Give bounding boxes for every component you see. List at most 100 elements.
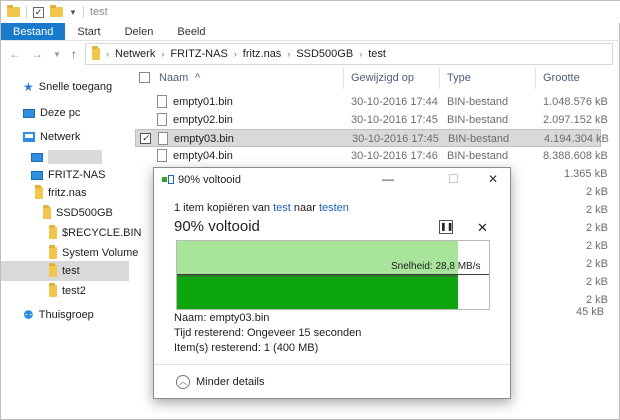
sidebar-item-test2[interactable]: test2 xyxy=(49,281,86,301)
column-header-name[interactable]: Naam xyxy=(159,72,188,84)
copy-icon xyxy=(162,175,174,185)
speed-line xyxy=(177,274,489,275)
breadcrumb-ssd500gb[interactable]: SSD500GB xyxy=(296,48,353,60)
column-divider[interactable] xyxy=(343,67,344,89)
column-divider[interactable] xyxy=(439,67,440,89)
speed-label: Snelheid: 28,8 MB/s xyxy=(391,261,481,272)
sidebar-item-label: FRITZ-NAS xyxy=(48,169,106,181)
customize-quick-access-icon[interactable]: ▼ xyxy=(69,8,77,17)
file-modified: 30-10-2016 17:45 xyxy=(352,133,439,145)
file-size: 8.388.608 kB xyxy=(543,150,608,162)
source-link[interactable]: test xyxy=(273,202,291,214)
up-arrow-icon[interactable]: ↑ xyxy=(71,47,77,61)
sidebar-item-homegroup[interactable]: ⚉ Thuisgroep xyxy=(23,305,94,325)
chevron-right-icon[interactable]: › xyxy=(287,49,290,59)
homegroup-icon: ⚉ xyxy=(23,308,34,322)
folder-icon xyxy=(49,283,57,297)
sidebar-item-label: Snelle toegang xyxy=(38,81,113,93)
table-row-selected[interactable]: ✓ empty03.bin 30-10-2016 17:45 BIN-besta… xyxy=(135,129,609,147)
explorer-window: ✓ ▼ test Bestand Start Delen Beeld ← → ▼… xyxy=(0,0,620,420)
tab-delen[interactable]: Delen xyxy=(113,23,166,40)
column-headers: ^ Naam Gewijzigd op Type Grootte xyxy=(135,67,605,89)
file-icon xyxy=(157,149,167,162)
column-divider[interactable] xyxy=(535,67,536,89)
table-row[interactable]: empty02.bin 30-10-2016 17:45 BIN-bestand… xyxy=(135,111,608,129)
table-row[interactable]: empty04.bin 30-10-2016 17:46 BIN-bestand… xyxy=(135,147,608,165)
file-size: 2 kB xyxy=(586,186,609,198)
select-all-checkbox[interactable] xyxy=(139,72,150,83)
items-remaining-line: Item(s) resterend: 1 (400 MB) xyxy=(174,342,319,354)
chevron-right-icon[interactable]: › xyxy=(161,49,164,59)
sidebar-item-label: SSD500GB xyxy=(56,207,113,219)
sidebar-item-this-pc[interactable]: Deze pc xyxy=(23,103,80,123)
file-name: empty02.bin xyxy=(173,114,233,126)
file-type: BIN-bestand xyxy=(447,114,509,126)
chevron-up-icon: ︿ xyxy=(176,375,190,389)
sidebar-item-label: test2 xyxy=(62,285,86,297)
title-bar: ✓ ▼ test xyxy=(1,1,620,23)
time-remaining-line: Tijd resterend: Ongeveer 15 seconden xyxy=(174,327,362,339)
breadcrumb-test[interactable]: test xyxy=(368,48,386,60)
sidebar-item-fritz-nas[interactable]: FRITZ-NAS xyxy=(31,165,105,185)
file-modified: 30-10-2016 17:44 xyxy=(351,96,438,108)
window-title: test xyxy=(89,6,108,18)
sort-ascending-icon: ^ xyxy=(195,72,201,84)
properties-icon[interactable]: ✓ xyxy=(33,6,44,18)
chevron-right-icon[interactable]: › xyxy=(106,49,109,59)
dialog-title-bar[interactable]: 90% voltooid — ☐ ✕ xyxy=(154,168,510,192)
breadcrumb-fritz-nas-host[interactable]: fritz.nas xyxy=(243,48,282,60)
new-folder-icon[interactable] xyxy=(50,5,63,17)
column-header-size[interactable]: Grootte xyxy=(543,72,580,84)
tab-beeld[interactable]: Beeld xyxy=(165,23,217,40)
file-size: 2 kB xyxy=(586,258,609,270)
file-size: 2 kB xyxy=(586,276,609,288)
file-type: BIN-bestand xyxy=(447,96,509,108)
minimize-button[interactable]: — xyxy=(382,172,394,186)
sidebar-item-fritz-nas-host[interactable]: fritz.nas xyxy=(35,183,87,203)
less-details-label: Minder details xyxy=(196,376,265,388)
sidebar-item-label: fritz.nas xyxy=(48,187,87,199)
table-row[interactable]: empty01.bin 30-10-2016 17:44 BIN-bestand… xyxy=(135,93,608,111)
cancel-button[interactable]: ✕ xyxy=(477,220,488,236)
breadcrumb-fritz-nas[interactable]: FRITZ-NAS xyxy=(170,48,227,60)
sidebar-item-label: Deze pc xyxy=(40,107,81,119)
close-button[interactable]: ✕ xyxy=(488,172,498,186)
maximize-button[interactable]: ☐ xyxy=(448,172,459,186)
sidebar-item-ssd500gb[interactable]: SSD500GB xyxy=(43,203,113,223)
chevron-right-icon[interactable]: › xyxy=(359,49,362,59)
sidebar-item-test[interactable]: test xyxy=(1,261,129,281)
row-checkbox-checked[interactable]: ✓ xyxy=(140,133,151,144)
sidebar-item-quick-access[interactable]: ★ Snelle toegang xyxy=(23,77,112,97)
tab-bestand[interactable]: Bestand xyxy=(1,23,66,40)
sidebar-item-network[interactable]: Netwerk xyxy=(23,127,80,147)
tab-start[interactable]: Start xyxy=(65,23,112,40)
sidebar-item-system-volume[interactable]: System Volume xyxy=(49,243,138,263)
redacted-name xyxy=(48,150,102,164)
file-modified: 30-10-2016 17:46 xyxy=(351,150,438,162)
computer-icon xyxy=(31,170,43,180)
chevron-right-icon[interactable]: › xyxy=(234,49,237,59)
less-details-button[interactable]: ︿ Minder details xyxy=(176,375,264,389)
folder-icon xyxy=(49,225,57,239)
breadcrumb[interactable]: › Netwerk › FRITZ-NAS › fritz.nas › SSD5… xyxy=(85,43,613,65)
sidebar-item-label: Thuisgroep xyxy=(38,309,94,321)
file-size: 2 kB xyxy=(586,240,609,252)
column-header-modified[interactable]: Gewijzigd op xyxy=(351,72,414,84)
file-name: empty01.bin xyxy=(173,96,233,108)
forward-arrow-icon[interactable]: → xyxy=(31,47,43,61)
breadcrumb-netwerk[interactable]: Netwerk xyxy=(115,48,155,60)
file-name: empty03.bin xyxy=(174,133,234,145)
file-name: empty04.bin xyxy=(173,150,233,162)
back-arrow-icon[interactable]: ← xyxy=(9,47,21,61)
folder-icon xyxy=(49,245,57,259)
copy-summary-prefix: 1 item kopiëren van xyxy=(174,202,274,214)
pause-button[interactable]: ❚❚ xyxy=(439,220,453,234)
recent-locations-icon[interactable]: ▼ xyxy=(53,50,61,59)
file-type: BIN-bestand xyxy=(447,150,509,162)
destination-link[interactable]: testen xyxy=(319,202,349,214)
copy-summary-middle: naar xyxy=(290,202,319,214)
sidebar-item-blurred-computer[interactable] xyxy=(31,147,102,167)
sidebar-item-recycle-bin[interactable]: $RECYCLE.BIN xyxy=(49,223,141,243)
file-size: 2.097.152 kB xyxy=(543,114,608,126)
column-header-type[interactable]: Type xyxy=(447,72,471,84)
